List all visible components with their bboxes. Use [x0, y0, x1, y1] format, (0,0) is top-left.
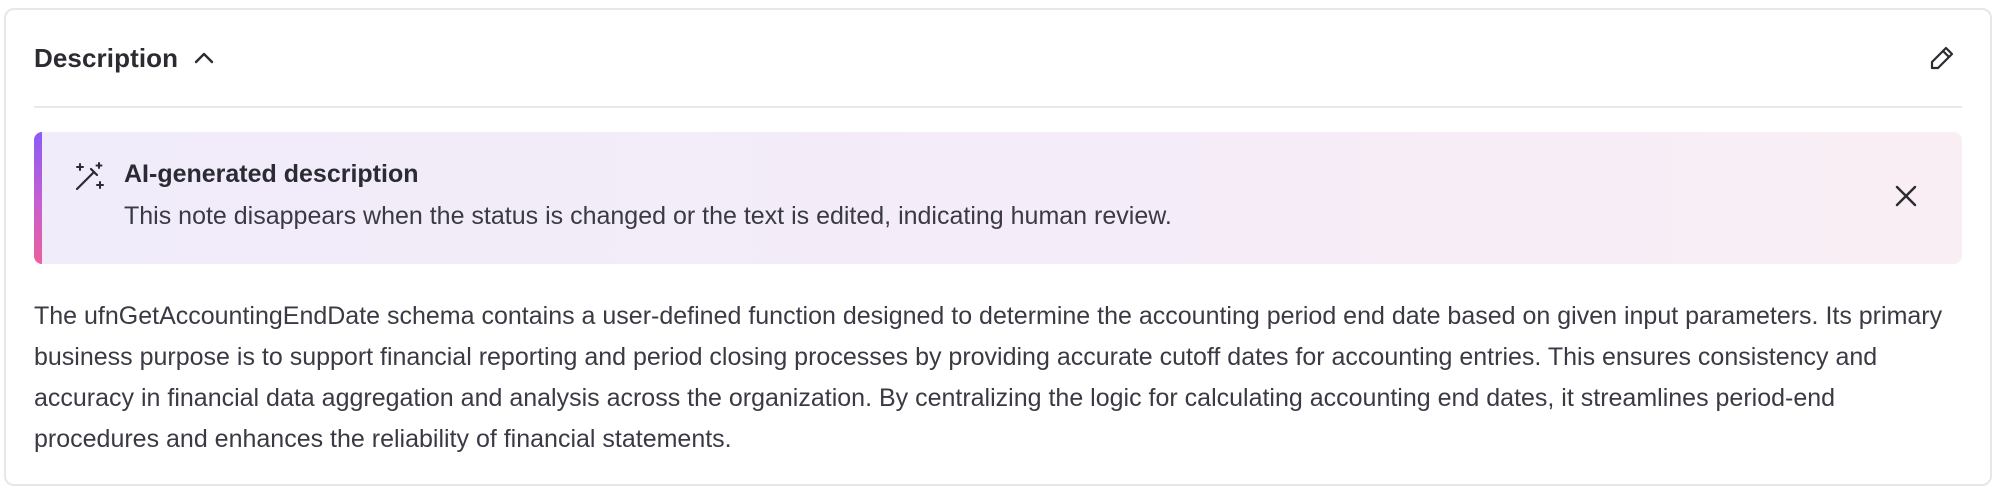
section-title: Description	[34, 42, 179, 73]
magic-wand-icon	[72, 160, 106, 194]
chevron-up-icon[interactable]	[190, 44, 218, 72]
notice-accent-bar	[34, 132, 42, 264]
description-card: Description AI-generated description Thi…	[4, 8, 1992, 486]
notice-title: AI-generated description	[124, 160, 419, 188]
description-text: The ufnGetAccountingEndDate schema conta…	[34, 302, 1943, 453]
close-icon	[1892, 182, 1920, 210]
description-toggle[interactable]: Description	[34, 43, 218, 74]
notice-text: This note disappears when the status is …	[124, 202, 1172, 230]
ai-generated-notice: AI-generated description This note disap…	[34, 132, 1962, 264]
dismiss-notice-button[interactable]	[1886, 176, 1926, 216]
edit-button[interactable]	[1922, 38, 1962, 78]
description-header: Description	[34, 10, 1962, 108]
pencil-icon	[1927, 43, 1957, 73]
